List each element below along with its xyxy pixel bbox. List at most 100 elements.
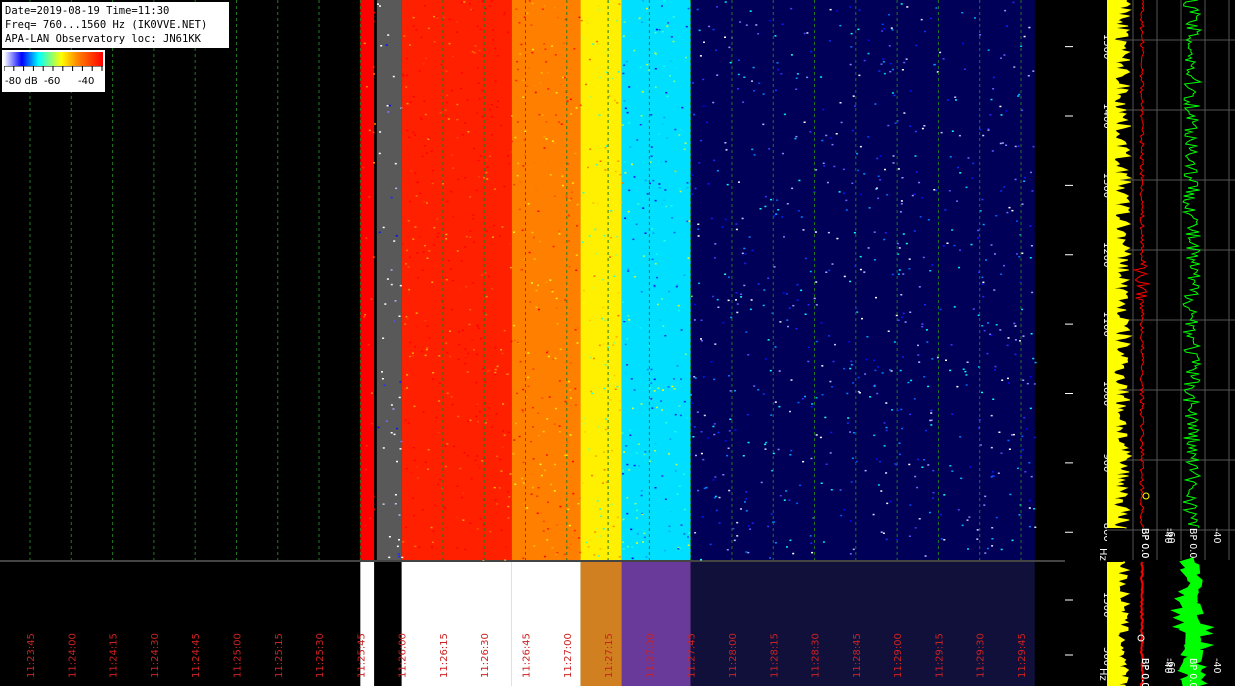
speckle	[977, 229, 979, 232]
speckle	[603, 451, 605, 453]
speckle	[617, 160, 620, 162]
speckle	[1033, 508, 1036, 510]
speckle	[1005, 110, 1008, 112]
speckle	[362, 516, 365, 518]
speckle	[490, 407, 493, 410]
speckle	[531, 365, 534, 367]
speckle	[618, 409, 621, 411]
speckle	[553, 490, 556, 492]
speckle	[488, 369, 491, 371]
speckle	[650, 146, 653, 148]
speckle	[669, 75, 671, 77]
speckle	[476, 528, 479, 530]
speckle	[703, 487, 706, 490]
speckle	[421, 350, 424, 353]
speckle	[1029, 375, 1032, 378]
speckle	[413, 514, 416, 517]
speckle	[460, 1, 463, 4]
speckle	[426, 257, 429, 259]
speckle	[942, 245, 945, 247]
speckle	[757, 283, 760, 285]
speckle	[543, 147, 546, 149]
speckle	[432, 244, 435, 246]
speckle	[698, 162, 701, 164]
speckle	[891, 92, 894, 94]
speckle	[896, 242, 899, 245]
speckle	[830, 431, 833, 434]
speckle	[412, 447, 415, 449]
speckle	[982, 134, 985, 137]
speckle	[615, 254, 618, 256]
speckle	[594, 228, 597, 231]
speckle	[513, 183, 516, 186]
speckle	[713, 159, 716, 162]
speckle	[459, 467, 462, 470]
speckle	[613, 275, 616, 277]
speckle	[989, 114, 992, 116]
speckle	[902, 273, 905, 275]
speckle	[951, 470, 954, 472]
speckle	[517, 162, 520, 165]
speckle	[604, 169, 607, 171]
speckle	[477, 82, 480, 84]
speckle	[807, 304, 810, 306]
speckle	[467, 131, 470, 133]
speckle	[587, 166, 589, 169]
speckle	[489, 108, 492, 111]
speckle	[728, 375, 731, 377]
speckle	[791, 187, 794, 190]
speckle	[736, 303, 739, 305]
speckle	[927, 219, 930, 221]
speckle	[567, 547, 570, 549]
speckle	[530, 24, 533, 26]
speckle	[432, 372, 435, 374]
speckle	[476, 112, 479, 114]
speckle	[430, 180, 433, 183]
speckle	[598, 344, 601, 347]
speckle	[790, 379, 793, 381]
speckle	[664, 189, 667, 191]
speckle	[806, 32, 809, 34]
speckle	[927, 385, 930, 388]
speckle	[661, 475, 664, 477]
speckle	[641, 91, 644, 93]
speckle	[914, 155, 917, 157]
speckle	[597, 43, 600, 45]
speckle	[431, 182, 434, 185]
speckle	[641, 21, 643, 23]
speckle	[615, 336, 618, 338]
speckle	[623, 319, 626, 322]
speckle	[505, 546, 508, 548]
speckle	[482, 310, 485, 312]
speckle	[810, 406, 813, 408]
speckle	[662, 389, 664, 391]
speckle	[362, 166, 365, 169]
speckle	[876, 366, 879, 368]
speckle	[734, 429, 737, 431]
speckle	[406, 129, 409, 132]
speckle	[569, 434, 572, 436]
speckle	[526, 41, 529, 44]
speckle	[635, 223, 638, 226]
speckle	[626, 463, 629, 466]
speckle	[488, 275, 490, 278]
speckle	[573, 529, 576, 532]
speckle	[942, 58, 945, 60]
speckle	[905, 58, 908, 60]
speckle	[790, 54, 793, 56]
speckle	[902, 312, 905, 315]
speckle	[510, 340, 513, 343]
speckle	[528, 251, 531, 254]
speckle	[464, 548, 467, 551]
speckle	[725, 149, 728, 151]
speckle	[1021, 435, 1024, 438]
speckle	[913, 193, 916, 195]
speckle	[790, 449, 793, 452]
speckle	[396, 427, 399, 430]
speckle	[444, 465, 447, 468]
speckle	[529, 301, 532, 303]
speckle	[550, 483, 552, 486]
speckle	[852, 548, 855, 551]
speckle	[433, 41, 436, 43]
speckle	[981, 198, 984, 201]
